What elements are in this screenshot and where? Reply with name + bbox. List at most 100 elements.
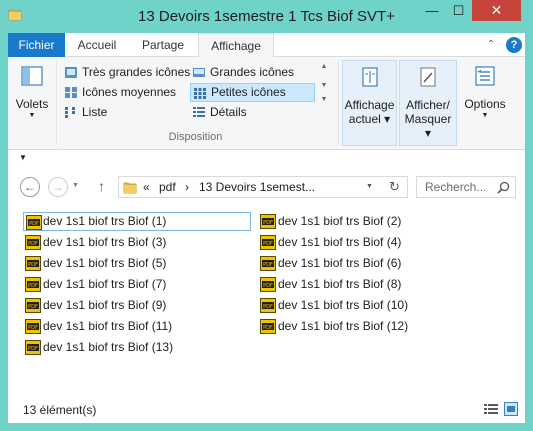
minimize-button[interactable]: — bbox=[419, 0, 445, 21]
svg-text:PDF: PDF bbox=[263, 283, 273, 289]
customize-toolbar-icon[interactable]: ▼ bbox=[19, 153, 27, 162]
search-icon[interactable] bbox=[497, 181, 510, 194]
file-item[interactable]: PDF dev 1s1 biof trs Biof (10) bbox=[258, 296, 486, 315]
file-item[interactable]: PDF dev 1s1 biof trs Biof (6) bbox=[258, 254, 486, 273]
svg-text:PDF: PDF bbox=[263, 325, 273, 331]
large-icons-view-icon[interactable] bbox=[504, 402, 518, 416]
pdf-file-icon: PDF bbox=[260, 277, 276, 292]
pdf-file-icon: PDF bbox=[25, 340, 41, 355]
pdf-file-icon: PDF bbox=[260, 298, 276, 313]
details-icon bbox=[193, 107, 205, 117]
options-label: Options bbox=[464, 97, 506, 111]
file-item[interactable]: PDF dev 1s1 biof trs Biof (4) bbox=[258, 233, 486, 252]
address-bar[interactable]: « pdf › 13 Devoirs 1semest... ▼ ↻ bbox=[118, 176, 408, 198]
layout-item-label: Détails bbox=[210, 105, 247, 119]
current-view-icon bbox=[361, 67, 378, 87]
breadcrumb-overflow[interactable]: « bbox=[143, 180, 150, 194]
layout-medium-icons[interactable]: Icônes moyennes bbox=[62, 83, 192, 102]
file-item[interactable]: PDF dev 1s1 biof trs Biof (13) bbox=[23, 338, 251, 357]
layout-item-label: Très grandes icônes bbox=[82, 65, 191, 79]
file-name: dev 1s1 biof trs Biof (6) bbox=[278, 256, 402, 270]
panes-icon bbox=[21, 66, 43, 86]
chevron-up-icon[interactable]: ▲ bbox=[318, 63, 330, 70]
maximize-button[interactable]: ☐ bbox=[445, 0, 472, 21]
layout-item-label: Grandes icônes bbox=[210, 65, 295, 79]
pdf-file-icon: PDF bbox=[260, 319, 276, 334]
file-name: dev 1s1 biof trs Biof (2) bbox=[278, 214, 402, 228]
refresh-icon[interactable]: ↻ bbox=[389, 179, 400, 195]
pdf-file-icon: PDF bbox=[260, 214, 276, 229]
ribbon-collapse-icon[interactable]: ⌃ bbox=[483, 33, 499, 57]
tab-fichier[interactable]: Fichier bbox=[8, 33, 65, 57]
ribbon-panel: Volets ▼ Très grandes icônes Grandes icô… bbox=[8, 57, 525, 150]
pdf-file-icon: PDF bbox=[25, 277, 41, 292]
file-item[interactable]: PDF dev 1s1 biof trs Biof (11) bbox=[23, 317, 251, 336]
file-item[interactable]: PDF dev 1s1 biof trs Biof (9) bbox=[23, 296, 251, 315]
pdf-file-icon: PDF bbox=[260, 235, 276, 250]
recent-locations-icon[interactable]: ▼ bbox=[72, 182, 79, 189]
layout-details[interactable]: Détails bbox=[190, 103, 315, 122]
close-button[interactable]: ✕ bbox=[472, 0, 521, 21]
show-hide-label-1: Afficher/ bbox=[406, 98, 450, 112]
breadcrumb-pdf[interactable]: pdf bbox=[159, 180, 176, 194]
tab-affichage[interactable]: Affichage bbox=[198, 33, 274, 58]
pdf-file-icon: PDF bbox=[25, 298, 41, 313]
layout-large-icons[interactable]: Grandes icônes bbox=[190, 63, 315, 82]
options-button[interactable]: Options ▼ bbox=[460, 60, 510, 121]
status-bar: 13 élément(s) bbox=[8, 396, 525, 423]
file-item[interactable]: PDF dev 1s1 biof trs Biof (7) bbox=[23, 275, 251, 294]
file-item[interactable]: PDF dev 1s1 biof trs Biof (1) bbox=[23, 212, 251, 231]
svg-text:PDF: PDF bbox=[28, 241, 38, 247]
tab-partage[interactable]: Partage bbox=[132, 33, 194, 57]
svg-text:PDF: PDF bbox=[263, 241, 273, 247]
layout-very-large-icons[interactable]: Très grandes icônes bbox=[62, 63, 192, 82]
file-name: dev 1s1 biof trs Biof (13) bbox=[43, 340, 174, 354]
help-icon[interactable]: ? bbox=[506, 37, 522, 53]
quick-access-toolbar: ▼ bbox=[8, 150, 525, 168]
chevron-down-icon: ▼ bbox=[28, 112, 36, 119]
search-box[interactable]: Recherch... bbox=[416, 176, 516, 198]
svg-text:PDF: PDF bbox=[263, 262, 273, 268]
layout-gallery-scroll[interactable]: ▲ ▼ ▼ bbox=[318, 63, 330, 123]
layout-item-label: Icônes moyennes bbox=[82, 85, 177, 99]
very-large-icons-icon bbox=[65, 67, 77, 78]
small-icons-icon bbox=[194, 88, 206, 99]
file-item[interactable]: PDF dev 1s1 biof trs Biof (5) bbox=[23, 254, 251, 273]
file-item[interactable]: PDF dev 1s1 biof trs Biof (3) bbox=[23, 233, 251, 252]
file-item[interactable]: PDF dev 1s1 biof trs Biof (8) bbox=[258, 275, 486, 294]
svg-text:PDF: PDF bbox=[263, 304, 273, 310]
medium-icons-icon bbox=[65, 87, 77, 98]
gallery-more-icon[interactable]: ▼ bbox=[318, 96, 330, 103]
file-name: dev 1s1 biof trs Biof (4) bbox=[278, 235, 402, 249]
layout-list[interactable]: Liste bbox=[62, 103, 192, 122]
options-icon bbox=[475, 66, 495, 86]
svg-text:PDF: PDF bbox=[28, 283, 38, 289]
up-button[interactable]: ↑ bbox=[98, 178, 105, 194]
title-bar[interactable]: 13 Devoirs 1semestre 1 Tcs Biof SVT+ — ☐… bbox=[0, 0, 533, 33]
svg-text:PDF: PDF bbox=[263, 220, 273, 226]
pdf-file-icon: PDF bbox=[25, 235, 41, 250]
svg-text:PDF: PDF bbox=[28, 346, 38, 352]
layout-gallery: Très grandes icônes Grandes icônes Icône… bbox=[60, 63, 330, 123]
chevron-down-icon[interactable]: ▼ bbox=[318, 82, 330, 89]
breadcrumb-current[interactable]: 13 Devoirs 1semest... bbox=[199, 180, 315, 194]
file-name: dev 1s1 biof trs Biof (1) bbox=[43, 214, 167, 228]
file-name: dev 1s1 biof trs Biof (12) bbox=[278, 319, 409, 333]
current-view-button[interactable]: Affichage actuel ▾ bbox=[342, 60, 397, 146]
show-hide-label-2: Masquer ▾ bbox=[404, 112, 452, 140]
file-item[interactable]: PDF dev 1s1 biof trs Biof (12) bbox=[258, 317, 486, 336]
large-icons-icon bbox=[193, 68, 205, 77]
file-name: dev 1s1 biof trs Biof (5) bbox=[43, 256, 167, 270]
ribbon-tab-bar: Fichier Accueil Partage Affichage ⌃ ? bbox=[8, 33, 525, 58]
forward-button[interactable]: → bbox=[48, 177, 68, 197]
volets-button[interactable]: Volets ▼ bbox=[12, 60, 52, 148]
layout-small-icons[interactable]: Petites icônes bbox=[190, 83, 315, 102]
breadcrumb-separator[interactable]: › bbox=[185, 180, 189, 194]
details-view-icon[interactable] bbox=[484, 403, 498, 415]
tab-accueil[interactable]: Accueil bbox=[68, 33, 126, 57]
back-button[interactable]: ← bbox=[20, 177, 40, 197]
show-hide-button[interactable]: Afficher/ Masquer ▾ bbox=[399, 60, 457, 146]
file-item[interactable]: PDF dev 1s1 biof trs Biof (2) bbox=[258, 212, 486, 231]
search-placeholder: Recherch... bbox=[425, 180, 487, 194]
address-history-icon[interactable]: ▼ bbox=[366, 183, 373, 190]
